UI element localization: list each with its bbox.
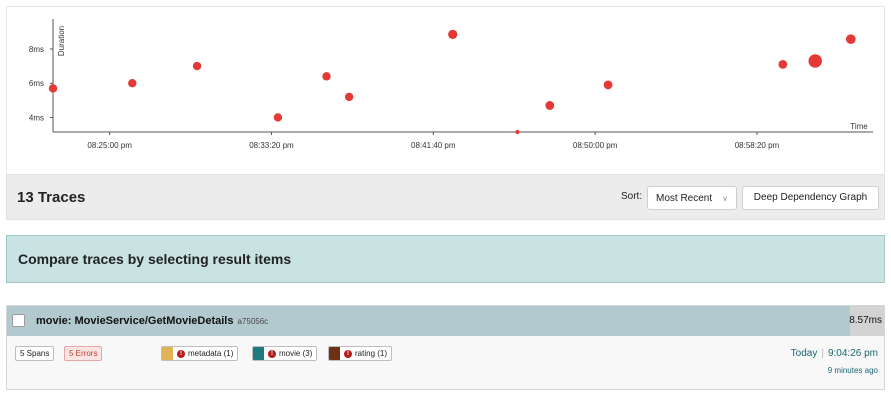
spans-count-badge: 5 Spans [15, 346, 55, 361]
trace-point[interactable] [545, 101, 555, 110]
chevron-down-icon: ∨ [722, 194, 728, 203]
x-tick-label: 08:33:20 pm [249, 141, 294, 150]
service-tag-rating: ! rating (1) [328, 346, 393, 361]
trace-point[interactable] [322, 72, 331, 81]
trace-point[interactable] [192, 61, 202, 71]
scatter-svg: Duration Time 8ms 6ms 4ms 08:25:00 pm 08:33… [29, 19, 873, 150]
sort-label: Sort: [621, 191, 643, 202]
y-tick-label: 6ms [29, 79, 44, 88]
trace-time: 9:04:26 pm [827, 348, 878, 359]
trace-point[interactable] [344, 92, 354, 102]
trace-point[interactable] [603, 80, 613, 90]
trace-id: a75056c [237, 317, 269, 326]
x-tick-label: 08:50:00 pm [573, 141, 618, 150]
deep-dependency-graph-button[interactable]: Deep Dependency Graph [742, 186, 879, 210]
service-tag-label: metadata (1) [188, 349, 234, 358]
trace-select-checkbox[interactable] [12, 314, 25, 327]
trace-point[interactable] [128, 79, 137, 88]
trace-relative-time: 9 minutes ago [827, 366, 878, 375]
trace-duration: 8.57ms [849, 315, 882, 326]
compare-banner: Compare traces by selecting result items [6, 235, 885, 283]
error-icon: ! [344, 349, 352, 358]
error-icon: ! [177, 349, 185, 358]
sort-select[interactable]: Most Recent ∨ [647, 186, 737, 210]
trace-point[interactable] [448, 29, 458, 40]
trace-point[interactable] [515, 129, 520, 135]
trace-point[interactable] [273, 113, 283, 122]
service-tag-movie: ! movie (3) [252, 346, 318, 361]
y-axis-label: Duration [57, 26, 66, 56]
trace-point[interactable] [808, 54, 822, 68]
service-tag-label: movie (3) [279, 349, 313, 358]
trace-date: Today [790, 348, 818, 359]
trace-result-item[interactable]: movie: MovieService/GetMovieDetails a7505… [6, 305, 885, 390]
error-icon: ! [268, 349, 276, 358]
trace-scatter-plot: Duration Time 8ms 6ms 4ms 08:25:00 pm 08:33… [6, 6, 885, 174]
trace-start-time: Today | 9:04:26 pm [791, 348, 878, 359]
service-color-swatch [162, 347, 173, 360]
x-tick-label: 08:58:20 pm [735, 141, 780, 150]
errors-count-badge: 5 Errors [64, 346, 103, 361]
x-tick-label: 08:25:00 pm [87, 141, 132, 150]
service-tag-metadata: ! metadata (1) [161, 346, 239, 361]
trace-count: 13 Traces [17, 189, 86, 206]
compare-banner-text: Compare traces by selecting result items [18, 251, 292, 267]
y-tick-label: 8ms [29, 45, 44, 54]
sort-select-value: Most Recent [656, 193, 713, 204]
y-tick-label: 4ms [29, 113, 44, 122]
trace-title-text: movie: MovieService/GetMovieDetails [36, 315, 234, 327]
service-color-swatch [329, 347, 340, 360]
trace-point[interactable] [845, 34, 856, 45]
service-color-swatch [253, 347, 264, 360]
results-summary-bar: 13 Traces Sort: Most Recent ∨ Deep Depen… [6, 174, 885, 220]
service-tag-label: rating (1) [355, 349, 388, 358]
trace-point[interactable] [778, 59, 788, 69]
x-tick-label: 08:41:40 pm [411, 141, 456, 150]
trace-title[interactable]: movie: MovieService/GetMovieDetails a7505… [36, 315, 268, 327]
trace-header[interactable]: movie: MovieService/GetMovieDetails a7505… [7, 306, 884, 336]
trace-point[interactable] [48, 84, 58, 93]
date-separator: | [821, 348, 824, 359]
x-axis-label: Time [850, 122, 868, 131]
